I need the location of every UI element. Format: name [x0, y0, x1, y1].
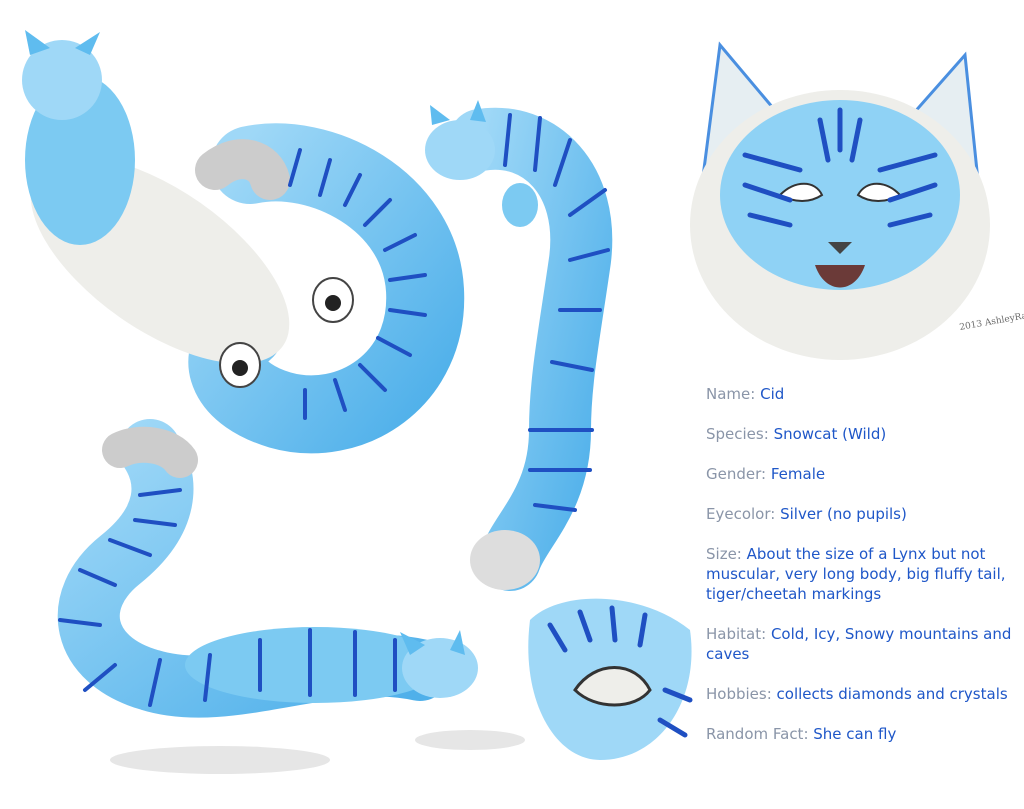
field-random-fact: Random Fact: She can fly	[706, 724, 1018, 744]
hobbies-label: Hobbies:	[706, 685, 772, 703]
name-value: Cid	[760, 385, 785, 403]
field-gender: Gender: Female	[706, 464, 1018, 484]
face-closeup	[690, 41, 990, 360]
size-value: About the size of a Lynx but not muscula…	[706, 545, 1006, 603]
field-eyecolor: Eyecolor: Silver (no pupils)	[706, 504, 1018, 524]
eyecolor-value: Silver (no pupils)	[780, 505, 907, 523]
field-size: Size: About the size of a Lynx but not m…	[706, 544, 1018, 604]
eyecolor-label: Eyecolor:	[706, 505, 776, 523]
field-hobbies: Hobbies: collects diamonds and crystals	[706, 684, 1018, 704]
name-label: Name:	[706, 385, 756, 403]
cat-walking-pose	[57, 419, 525, 774]
fact-value: She can fly	[813, 725, 897, 743]
gender-value: Female	[770, 465, 826, 483]
hobbies-value: collects diamonds and crystals	[776, 685, 1008, 703]
species-label: Species:	[706, 425, 769, 443]
gender-label: Gender:	[706, 465, 767, 483]
field-species: Species: Snowcat (Wild)	[706, 424, 1018, 444]
habitat-label: Habitat:	[706, 625, 767, 643]
field-name: Name: Cid	[706, 384, 1018, 404]
cat-lying-on-back	[22, 30, 465, 454]
eye-closeup	[528, 598, 693, 760]
fact-label: Random Fact:	[706, 725, 809, 743]
species-value: Snowcat (Wild)	[773, 425, 887, 443]
field-habitat: Habitat: Cold, Icy, Snowy mountains and …	[706, 624, 1018, 664]
reference-info: Name: Cid Species: Snowcat (Wild) Gender…	[706, 384, 1018, 764]
size-label: Size:	[706, 545, 742, 563]
artist-signature: 2013 AshleyRaynes	[959, 308, 1024, 333]
